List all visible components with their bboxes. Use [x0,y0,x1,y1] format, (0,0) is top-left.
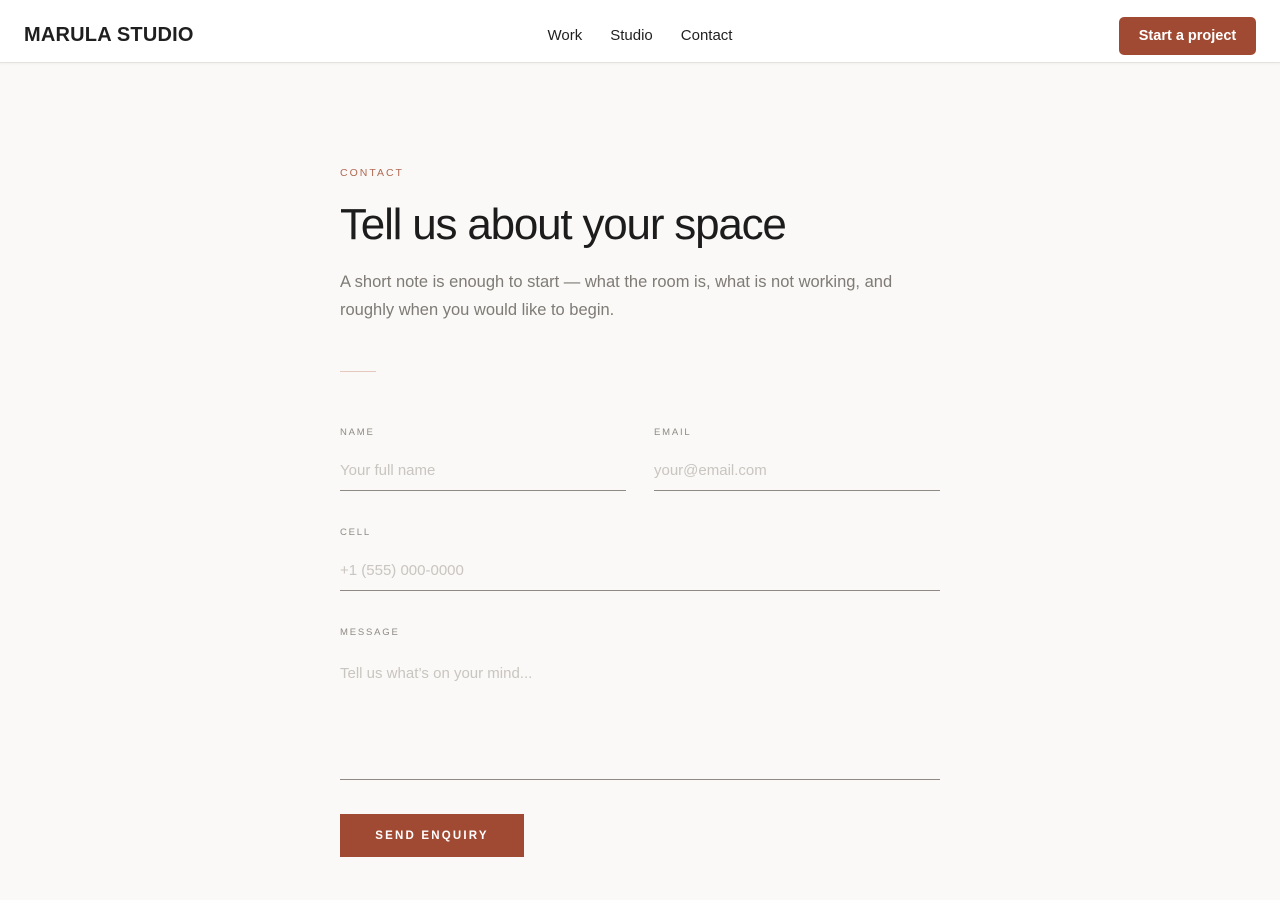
email-input[interactable] [654,458,940,491]
site-header: MARULA STUDIO Work Studio Contact Start … [0,0,1280,63]
name-input[interactable] [340,458,626,491]
send-enquiry-button[interactable]: SEND ENQUIRY [340,814,524,857]
divider [340,371,376,372]
nav-link-studio[interactable]: Studio [610,26,653,46]
start-project-button[interactable]: Start a project [1119,17,1256,55]
page-title: Tell us about your space [340,200,787,249]
name-label: NAME [340,427,375,438]
message-label: MESSAGE [340,627,400,638]
section-eyebrow: CONTACT [340,167,404,179]
nav-link-work[interactable]: Work [548,26,583,46]
logo[interactable]: MARULA STUDIO [24,23,194,47]
intro-text: A short note is enough to start — what t… [340,273,893,319]
cell-input[interactable] [340,558,940,591]
email-label: EMAIL [654,427,692,438]
message-textarea[interactable] [340,662,940,780]
cell-label: CELL [340,527,371,538]
nav-link-contact[interactable]: Contact [681,26,733,46]
